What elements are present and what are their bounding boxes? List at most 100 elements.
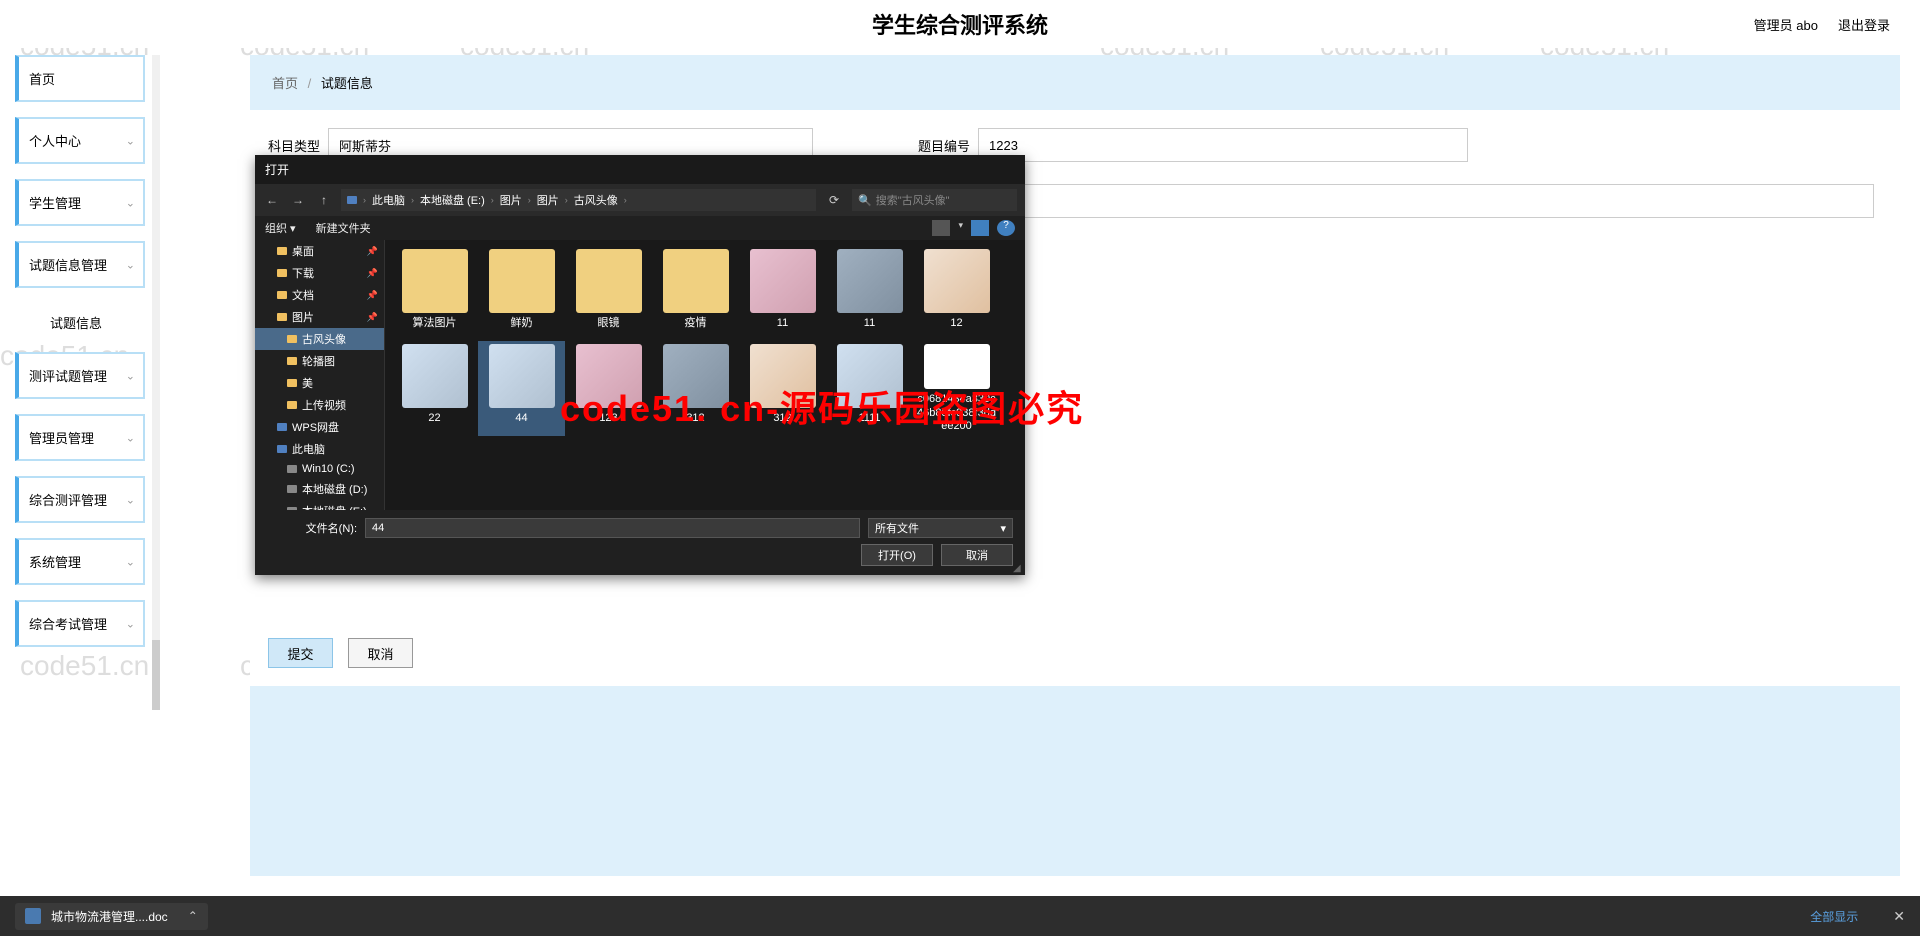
tree-item-10[interactable]: Win10 (C:) <box>255 460 384 478</box>
file-item-7[interactable]: 22 <box>391 341 478 436</box>
tree-label: 轮播图 <box>302 353 335 369</box>
crumb-segment[interactable]: 此电脑 <box>372 192 405 208</box>
chevron-right-icon: › <box>491 195 494 205</box>
file-item-1[interactable]: 鲜奶 <box>478 246 565 341</box>
tree-item-0[interactable]: 桌面📌 <box>255 240 384 262</box>
file-filter-select[interactable]: 所有文件▾ <box>868 518 1013 538</box>
crumb-segment[interactable]: 图片 <box>500 192 522 208</box>
file-open-dialog: 打开 ← → ↑ ›此电脑›本地磁盘 (E:)›图片›图片›古风头像› ⟳ 🔍 … <box>255 155 1025 575</box>
thumbnail <box>837 249 903 313</box>
file-name: 11 <box>777 317 788 330</box>
folder-icon <box>277 247 287 255</box>
tree-item-11[interactable]: 本地磁盘 (D:) <box>255 478 384 500</box>
breadcrumb-home[interactable]: 首页 <box>272 76 298 91</box>
organize-button[interactable]: 组织 ▾ <box>265 220 296 236</box>
folder-icon <box>287 379 297 387</box>
tree-item-4[interactable]: 古风头像 <box>255 328 384 350</box>
chevron-down-icon: ⌄ <box>126 369 135 382</box>
refresh-icon[interactable]: ⟳ <box>824 193 844 207</box>
filename-input[interactable] <box>365 518 860 538</box>
admin-label[interactable]: 管理员 abo <box>1754 15 1818 34</box>
doc-icon <box>25 908 41 924</box>
file-item-13[interactable]: c0681434a330c46b85fc938f3ddee200 <box>913 341 1000 436</box>
file-item-4[interactable]: 11 <box>739 246 826 341</box>
file-item-3[interactable]: 疫情 <box>652 246 739 341</box>
download-bar: 城市物流港管理....doc ⌃ 全部显示 ✕ <box>0 896 1920 936</box>
search-input[interactable]: 🔍 搜索"古风头像" <box>852 189 1017 211</box>
file-item-9[interactable]: 123 <box>565 341 652 436</box>
logout-link[interactable]: 退出登录 <box>1838 15 1890 34</box>
chevron-down-icon: ▾ <box>1000 522 1006 535</box>
sidebar-item-8[interactable]: 系统管理⌄ <box>15 538 145 585</box>
thumbnail <box>576 344 642 408</box>
tree-item-7[interactable]: 上传视频 <box>255 394 384 416</box>
address-bar[interactable]: ›此电脑›本地磁盘 (E:)›图片›图片›古风头像› <box>341 189 816 211</box>
tree-item-9[interactable]: 此电脑 <box>255 438 384 460</box>
file-item-11[interactable]: 312 <box>739 341 826 436</box>
submit-button[interactable]: 提交 <box>268 638 333 668</box>
tree-item-5[interactable]: 轮播图 <box>255 350 384 372</box>
crumb-segment[interactable]: 古风头像 <box>574 192 618 208</box>
sidebar-item-4[interactable]: 试题信息 <box>15 303 145 342</box>
file-item-5[interactable]: 11 <box>826 246 913 341</box>
thumbnail <box>663 344 729 408</box>
nav-back-icon[interactable]: ← <box>263 193 281 207</box>
preview-icon[interactable] <box>971 220 989 236</box>
cancel-button[interactable]: 取消 <box>348 638 413 668</box>
breadcrumb: 首页 / 试题信息 <box>250 55 1900 110</box>
file-item-0[interactable]: 算法图片 <box>391 246 478 341</box>
view-chevron-icon[interactable]: ▾ <box>958 220 963 236</box>
file-item-12[interactable]: 1111 <box>826 341 913 436</box>
file-item-8[interactable]: 44 <box>478 341 565 436</box>
sidebar-item-9[interactable]: 综合考试管理⌄ <box>15 600 145 647</box>
tree-item-3[interactable]: 图片📌 <box>255 306 384 328</box>
tree-item-6[interactable]: 美 <box>255 372 384 394</box>
sidebar-item-6[interactable]: 管理员管理⌄ <box>15 414 145 461</box>
sidebar-item-5[interactable]: 测评试题管理⌄ <box>15 352 145 399</box>
show-all-link[interactable]: 全部显示 <box>1810 908 1858 925</box>
open-button[interactable]: 打开(O) <box>861 544 933 566</box>
input-number[interactable] <box>978 128 1468 162</box>
file-item-6[interactable]: 12 <box>913 246 1000 341</box>
nav-forward-icon[interactable]: → <box>289 193 307 207</box>
thumbnail <box>402 344 468 408</box>
file-grid: 算法图片鲜奶眼镜疫情11111222441233123121111c068143… <box>385 240 1025 510</box>
dialog-title: 打开 <box>255 155 1025 184</box>
disk-icon <box>287 507 297 510</box>
tree-item-1[interactable]: 下载📌 <box>255 262 384 284</box>
breadcrumb-current: 试题信息 <box>321 76 373 91</box>
folder-icon <box>277 269 287 277</box>
sidebar-item-0[interactable]: 首页 <box>15 55 145 102</box>
pc-icon <box>277 445 287 453</box>
filename-label: 文件名(N): <box>267 520 357 536</box>
file-item-2[interactable]: 眼镜 <box>565 246 652 341</box>
thumbnail <box>750 249 816 313</box>
tree-item-8[interactable]: WPS网盘 <box>255 416 384 438</box>
pin-icon: 📌 <box>367 246 378 257</box>
view-icon[interactable] <box>932 220 950 236</box>
resize-handle[interactable]: ◢ <box>1013 563 1023 573</box>
dialog-cancel-button[interactable]: 取消 <box>941 544 1013 566</box>
crumb-segment[interactable]: 本地磁盘 (E:) <box>420 192 485 208</box>
tree-item-2[interactable]: 文档📌 <box>255 284 384 306</box>
crumb-segment[interactable]: 图片 <box>537 192 559 208</box>
sidebar-item-2[interactable]: 学生管理⌄ <box>15 179 145 226</box>
folder-icon <box>287 335 297 343</box>
nav-up-icon[interactable]: ↑ <box>315 193 333 207</box>
new-folder-button[interactable]: 新建文件夹 <box>316 220 371 236</box>
chevron-down-icon: ⌄ <box>126 258 135 271</box>
sidebar-scrollbar[interactable] <box>152 55 160 700</box>
chevron-down-icon: ⌄ <box>126 617 135 630</box>
close-icon[interactable]: ✕ <box>1893 908 1905 925</box>
pin-icon: 📌 <box>367 290 378 301</box>
file-name: 1111 <box>858 412 880 425</box>
chevron-up-icon[interactable]: ⌃ <box>188 909 198 923</box>
help-icon[interactable]: ? <box>997 220 1015 236</box>
sidebar-item-7[interactable]: 综合测评管理⌄ <box>15 476 145 523</box>
tree-label: 上传视频 <box>302 397 346 413</box>
file-item-10[interactable]: 312 <box>652 341 739 436</box>
sidebar-item-1[interactable]: 个人中心⌄ <box>15 117 145 164</box>
tree-item-12[interactable]: 本地磁盘 (E:) <box>255 500 384 510</box>
sidebar-item-3[interactable]: 试题信息管理⌄ <box>15 241 145 288</box>
download-item[interactable]: 城市物流港管理....doc ⌃ <box>15 903 208 930</box>
